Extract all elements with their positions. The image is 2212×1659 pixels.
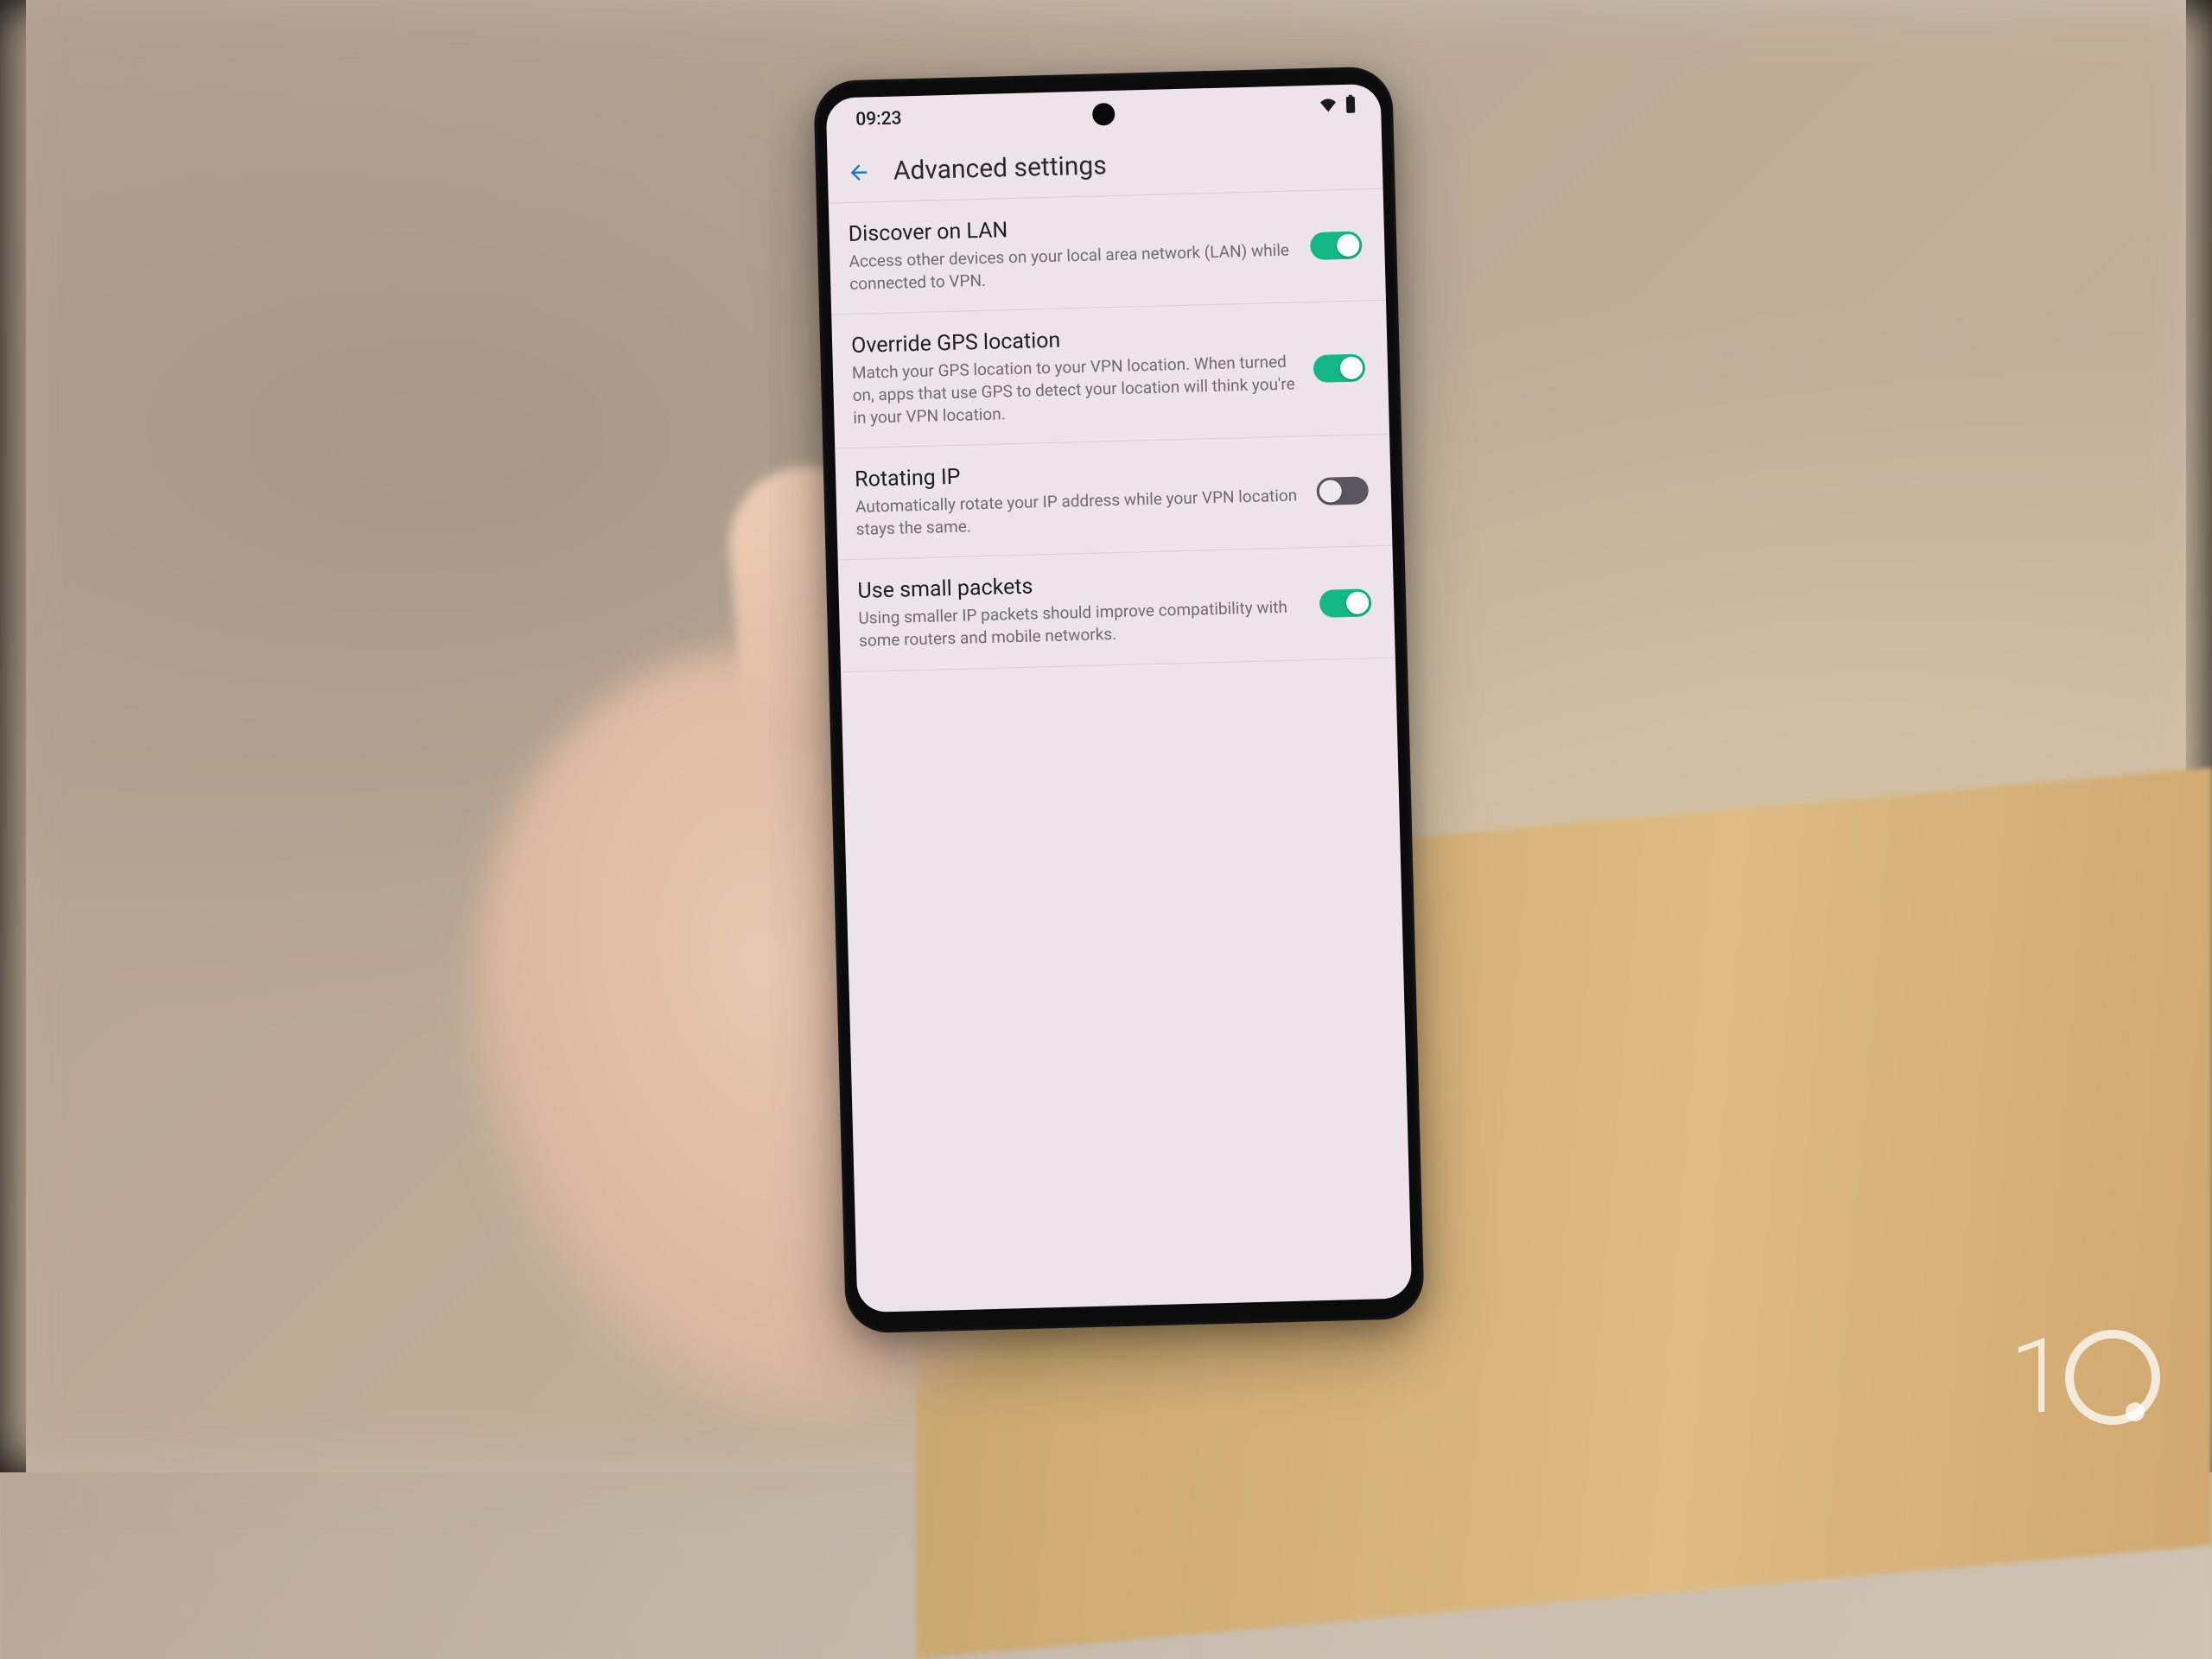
setting-description: Access other devices on your local area … — [849, 239, 1295, 296]
back-button[interactable] — [844, 158, 873, 187]
phone-screen: 09:23 Advanced settings Discov — [826, 84, 1413, 1313]
setting-discover-lan[interactable]: Discover on LAN Access other devices on … — [829, 189, 1386, 315]
setting-text: Override GPS location Match your GPS loc… — [851, 322, 1300, 429]
setting-rotating-ip[interactable]: Rotating IP Automatically rotate your IP… — [835, 435, 1392, 561]
battery-icon — [1344, 95, 1357, 119]
toggle-knob — [1337, 234, 1360, 257]
toggle-knob — [1346, 591, 1370, 614]
setting-small-packets[interactable]: Use small packets Using smaller IP packe… — [838, 546, 1395, 672]
toggle-small-packets[interactable] — [1319, 588, 1372, 618]
setting-description: Automatically rotate your IP address whi… — [855, 485, 1302, 541]
page-title: Advanced settings — [893, 150, 1107, 186]
status-time: 09:23 — [855, 108, 902, 130]
setting-text: Rotating IP Automatically rotate your IP… — [855, 456, 1302, 541]
watermark-logo: 1 — [2009, 1317, 2160, 1438]
setting-text: Use small packets Using smaller IP packe… — [857, 568, 1305, 652]
arrow-left-icon — [847, 160, 872, 185]
wifi-icon — [1319, 97, 1338, 118]
status-icons — [1319, 95, 1357, 120]
toggle-knob — [1319, 480, 1342, 504]
setting-text: Discover on LAN Access other devices on … — [848, 211, 1295, 296]
setting-description: Using smaller IP packets should improve … — [858, 596, 1305, 652]
toggle-rotating-ip[interactable] — [1316, 477, 1369, 506]
watermark-circle-icon — [2065, 1330, 2160, 1425]
phone-device: 09:23 Advanced settings Discov — [813, 66, 1425, 1333]
toggle-knob — [1340, 357, 1363, 380]
setting-description: Match your GPS location to your VPN loca… — [852, 351, 1300, 429]
watermark-digit: 1 — [2009, 1317, 2060, 1438]
toggle-override-gps[interactable] — [1313, 354, 1366, 384]
settings-list[interactable]: Discover on LAN Access other devices on … — [829, 189, 1412, 1313]
setting-override-gps[interactable]: Override GPS location Match your GPS loc… — [831, 301, 1389, 449]
toggle-discover-lan[interactable] — [1310, 232, 1363, 261]
